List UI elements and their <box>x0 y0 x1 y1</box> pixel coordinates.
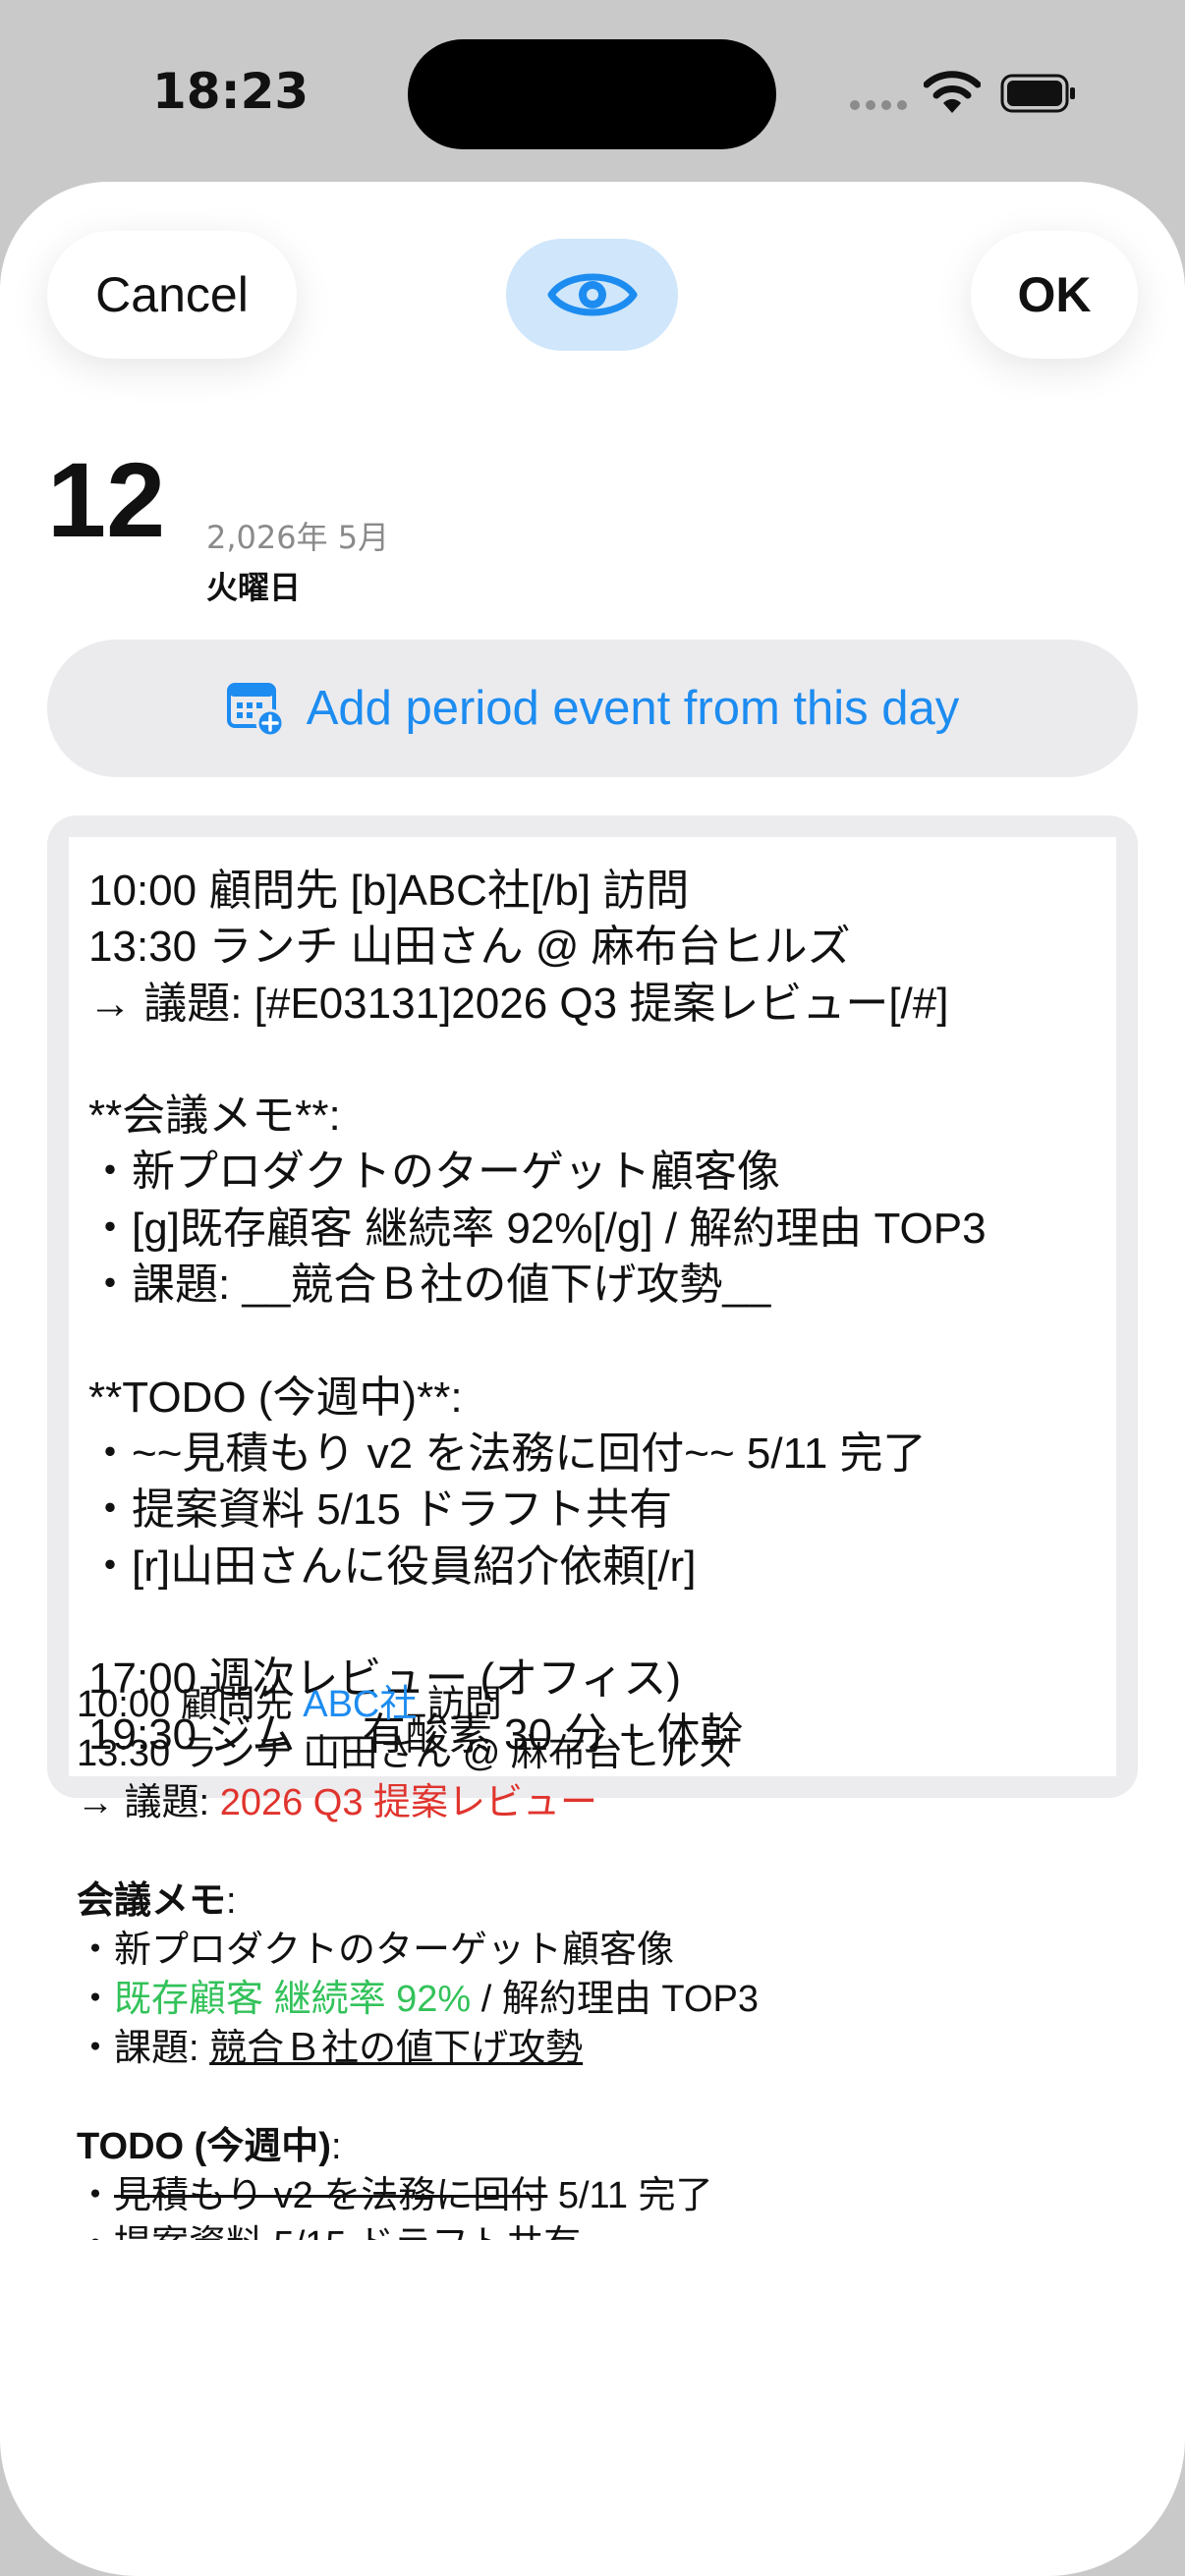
preview-green-text: 既存顧客 継続率 92% <box>114 1979 472 2020</box>
preview-text: ・課題: <box>77 2028 210 2069</box>
preview-line: 10:00 顧問先 ABC社 訪問 <box>77 1680 1118 1729</box>
memo-editor-frame: 10:00 顧問先 [b]ABC社[/b] 訪問 13:30 ランチ 山田さん … <box>47 815 1138 1798</box>
preview-blue-text: ABC社 <box>303 1684 418 1725</box>
preview-text: ・ <box>77 1979 115 2020</box>
weekday: 火曜日 <box>206 569 302 606</box>
status-time: 18:23 <box>152 63 310 120</box>
preview-text: 10:00 顧問先 <box>77 1684 304 1725</box>
editor-line: ・課題: __競合Ｂ社の値下げ攻勢__ <box>88 1260 771 1310</box>
preview-text: → 議題: <box>77 1782 220 1823</box>
preview-text: / 解約理由 TOP3 <box>471 1979 759 2020</box>
ok-button[interactable]: OK <box>971 231 1138 359</box>
editor-line: 13:30 ランチ 山田さん @ 麻布台ヒルズ <box>88 923 851 972</box>
preview-text: ・ <box>77 2175 115 2216</box>
editor-line: ・[g]既存顧客 継続率 92%[/g] / 解約理由 TOP3 <box>88 1204 987 1253</box>
preview-line: TODO (今週中): <box>77 2122 1118 2171</box>
memo-text-editor[interactable]: 10:00 顧問先 [b]ABC社[/b] 訪問 13:30 ランチ 山田さん … <box>69 837 1116 1776</box>
editor-line: → 議題: [#E03131]2026 Q3 提案レビュー[/#] <box>88 979 949 1028</box>
wifi-icon <box>924 71 981 113</box>
preview-clip-edge <box>0 2265 1185 2324</box>
editor-line: **会議メモ**: <box>88 1092 341 1141</box>
preview-line: ・新プロダクトのターゲット顧客像 <box>77 1930 675 1971</box>
calendar-plus-icon <box>226 683 285 738</box>
editor-line: 10:00 顧問先 [b]ABC社[/b] 訪問 <box>88 867 690 915</box>
preview-line: ・既存顧客 継続率 92% / 解約理由 TOP3 <box>77 1975 1118 2024</box>
preview-line: → 議題: 2026 Q3 提案レビュー <box>77 1778 1118 1827</box>
cellular-signal-icon <box>850 100 909 116</box>
preview-line: ・見積もり v2 を法務に回付 5/11 完了 <box>77 2171 1118 2220</box>
editor-line: **TODO (今週中)**: <box>88 1372 463 1422</box>
formatted-preview: 10:00 顧問先 ABC社 訪問 13:30 ランチ 山田さん @ 麻布台ヒル… <box>77 1680 1118 2240</box>
cancel-button[interactable]: Cancel <box>47 231 297 359</box>
editor-line: ・[r]山田さんに役員紹介依頼[/r] <box>88 1541 697 1591</box>
preview-text: 訪問 <box>417 1684 502 1725</box>
preview-text: : <box>226 1880 237 1922</box>
dynamic-island <box>408 39 776 149</box>
preview-underlined-text: 競合Ｂ社の値下げ攻勢 <box>209 2028 584 2069</box>
editor-line: ・提案資料 5/15 ドラフト共有 <box>88 1485 673 1535</box>
preview-text: : <box>330 2126 342 2167</box>
preview-text: 5/11 完了 <box>547 2175 713 2216</box>
preview-line: 会議メモ: <box>77 1876 1118 1926</box>
preview-line: ・提案資料 5/15 ドラフト共有 <box>77 2220 1118 2240</box>
year-month: 2,026年 5月 <box>206 519 390 556</box>
preview-toggle-button[interactable] <box>506 239 678 351</box>
preview-bold-text: TODO (今週中) <box>77 2126 331 2167</box>
preview-blank-line <box>77 1827 1118 1876</box>
add-period-label: Add period event from this day <box>306 682 960 735</box>
eye-icon <box>547 273 637 316</box>
editor-line: ・新プロダクトのターゲット顧客像 <box>88 1148 780 1197</box>
editor-line: ・~~見積もり v2 を法務に回付~~ 5/11 完了 <box>88 1428 927 1478</box>
day-number: 12 <box>47 440 166 559</box>
preview-bold-text: 会議メモ <box>77 1880 227 1922</box>
preview-line: 13:30 ランチ 山田さん @ 麻布台ヒルズ <box>77 1733 735 1774</box>
preview-line: ・課題: 競合Ｂ社の値下げ攻勢 <box>77 2024 1118 2073</box>
preview-blank-line <box>77 2073 1118 2122</box>
add-period-event-button[interactable]: Add period event from this day <box>47 640 1138 777</box>
battery-icon <box>1000 74 1075 113</box>
preview-strikethrough-text: 見積もり v2 を法務に回付 <box>114 2175 548 2216</box>
preview-red-text: 2026 Q3 提案レビュー <box>219 1782 598 1823</box>
